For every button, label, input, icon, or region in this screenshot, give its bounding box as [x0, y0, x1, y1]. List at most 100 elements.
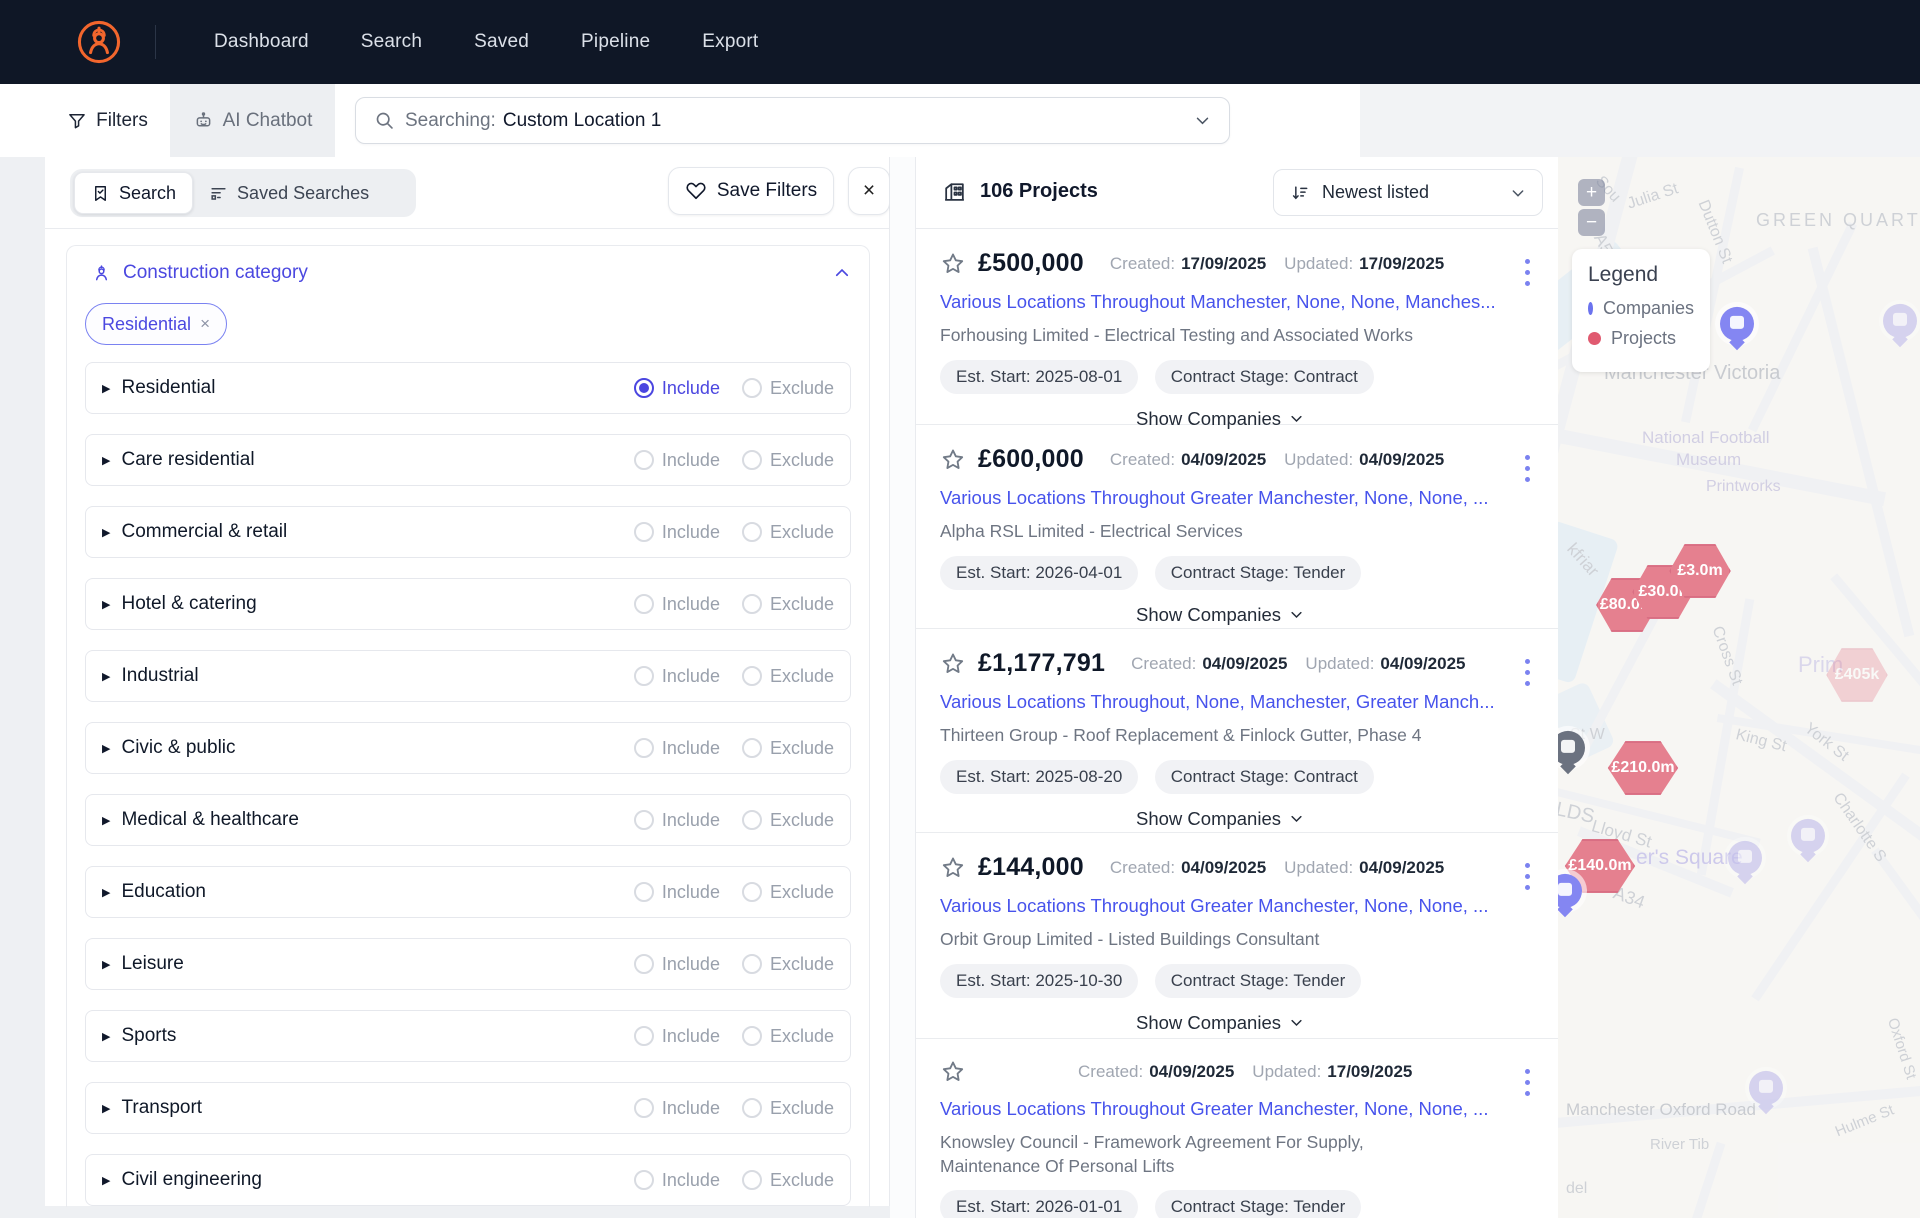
category-row[interactable]: ▶ Medical & healthcare Include Exclude — [85, 794, 851, 846]
radio-circle-icon[interactable] — [742, 810, 762, 830]
include-radio[interactable]: Include — [634, 450, 720, 471]
favorite-star-icon[interactable] — [940, 447, 966, 473]
include-radio[interactable]: Include — [634, 738, 720, 759]
show-companies-button[interactable]: Show Companies — [940, 808, 1500, 830]
card-menu-kebab[interactable] — [1521, 1065, 1534, 1100]
include-radio[interactable]: Include — [634, 954, 720, 975]
nav-item[interactable]: Saved — [474, 31, 529, 53]
expand-caret-icon[interactable]: ▶ — [102, 670, 110, 683]
include-radio[interactable]: Include — [634, 378, 720, 399]
include-radio[interactable]: Include — [634, 1098, 720, 1119]
building-pin[interactable] — [1720, 307, 1754, 341]
card-menu-kebab[interactable] — [1521, 451, 1534, 486]
sort-dropdown[interactable]: Newest listed — [1273, 169, 1543, 216]
info-pin[interactable] — [1883, 304, 1917, 338]
category-row[interactable]: ▶ Hotel & catering Include Exclude — [85, 578, 851, 630]
expand-caret-icon[interactable]: ▶ — [102, 454, 110, 467]
segment-saved-searches[interactable]: Saved Searches — [193, 173, 385, 213]
zoom-out-button[interactable]: − — [1578, 209, 1605, 236]
radio-circle-icon[interactable] — [634, 1098, 654, 1118]
expand-caret-icon[interactable]: ▶ — [102, 886, 110, 899]
project-price-marker[interactable]: £405k — [1825, 647, 1889, 703]
exclude-radio[interactable]: Exclude — [742, 738, 834, 759]
circle-pin[interactable] — [1749, 1071, 1783, 1105]
category-row[interactable]: ▶ Transport Include Exclude — [85, 1082, 851, 1134]
exclude-radio[interactable]: Exclude — [742, 378, 834, 399]
segment-search[interactable]: Search — [74, 172, 193, 214]
category-row[interactable]: ▶ Industrial Include Exclude — [85, 650, 851, 702]
radio-circle-icon[interactable] — [634, 522, 654, 542]
category-row[interactable]: ▶ Sports Include Exclude — [85, 1010, 851, 1062]
residential-chip[interactable]: Residential × — [85, 303, 227, 345]
exclude-radio[interactable]: Exclude — [742, 1098, 834, 1119]
expand-caret-icon[interactable]: ▶ — [102, 382, 110, 395]
expand-caret-icon[interactable]: ▶ — [102, 1102, 110, 1115]
category-row[interactable]: ▶ Leisure Include Exclude — [85, 938, 851, 990]
map[interactable]: SouJulia StA56Dutton StGREEN QUARTManche… — [1558, 157, 1920, 1218]
radio-circle-icon[interactable] — [634, 1170, 654, 1190]
include-radio[interactable]: Include — [634, 882, 720, 903]
expand-caret-icon[interactable]: ▶ — [102, 1174, 110, 1187]
close-filters-button[interactable]: × — [848, 167, 890, 215]
circle-pin[interactable] — [1791, 819, 1825, 853]
radio-circle-icon[interactable] — [742, 882, 762, 902]
radio-circle-icon[interactable] — [742, 1026, 762, 1046]
favorite-star-icon[interactable] — [940, 651, 966, 677]
expand-caret-icon[interactable]: ▶ — [102, 742, 110, 755]
nav-item[interactable]: Search — [361, 31, 422, 53]
radio-circle-icon[interactable] — [634, 450, 654, 470]
category-row[interactable]: ▶ Education Include Exclude — [85, 866, 851, 918]
project-location-link[interactable]: Various Locations Throughout, None, Manc… — [940, 691, 1500, 713]
category-row[interactable]: ▶ Civil engineering Include Exclude — [85, 1154, 851, 1206]
project-location-link[interactable]: Various Locations Throughout Greater Man… — [940, 895, 1500, 917]
include-radio[interactable]: Include — [634, 666, 720, 687]
expand-caret-icon[interactable]: ▶ — [102, 598, 110, 611]
radio-circle-icon[interactable] — [634, 594, 654, 614]
exclude-radio[interactable]: Exclude — [742, 882, 834, 903]
save-filters-button[interactable]: Save Filters — [668, 167, 834, 215]
include-radio[interactable]: Include — [634, 1026, 720, 1047]
exclude-radio[interactable]: Exclude — [742, 522, 834, 543]
nav-item[interactable]: Export — [702, 31, 758, 53]
section-header[interactable]: Construction category — [91, 262, 308, 284]
expand-caret-icon[interactable]: ▶ — [102, 1030, 110, 1043]
nav-item[interactable]: Dashboard — [214, 31, 309, 53]
include-radio[interactable]: Include — [634, 594, 720, 615]
radio-circle-icon[interactable] — [742, 522, 762, 542]
radio-circle-icon[interactable] — [742, 450, 762, 470]
radio-circle-icon[interactable] — [634, 954, 654, 974]
radio-circle-icon[interactable] — [742, 1098, 762, 1118]
tab-filters[interactable]: Filters — [45, 84, 170, 157]
book-pin[interactable] — [1558, 731, 1585, 765]
card-menu-kebab[interactable] — [1521, 859, 1534, 894]
nav-item[interactable]: Pipeline — [581, 31, 650, 53]
include-radio[interactable]: Include — [634, 1170, 720, 1191]
project-price-marker[interactable]: £210.0m — [1606, 740, 1679, 796]
category-row[interactable]: ▶ Commercial & retail Include Exclude — [85, 506, 851, 558]
project-location-link[interactable]: Various Locations Throughout Manchester,… — [940, 291, 1500, 313]
radio-circle-icon[interactable] — [742, 1170, 762, 1190]
exclude-radio[interactable]: Exclude — [742, 594, 834, 615]
tab-ai-chatbot[interactable]: AI Chatbot — [170, 84, 335, 157]
radio-circle-icon[interactable] — [742, 954, 762, 974]
include-radio[interactable]: Include — [634, 810, 720, 831]
exclude-radio[interactable]: Exclude — [742, 1026, 834, 1047]
zoom-in-button[interactable]: + — [1578, 179, 1605, 206]
show-companies-button[interactable]: Show Companies — [940, 604, 1500, 626]
project-location-link[interactable]: Various Locations Throughout Greater Man… — [940, 487, 1500, 509]
brand-logo-icon[interactable] — [76, 19, 122, 65]
radio-circle-icon[interactable] — [634, 378, 654, 398]
card-menu-kebab[interactable] — [1521, 655, 1534, 690]
radio-circle-icon[interactable] — [742, 594, 762, 614]
expand-caret-icon[interactable]: ▶ — [102, 814, 110, 827]
category-row[interactable]: ▶ Care residential Include Exclude — [85, 434, 851, 486]
favorite-star-icon[interactable] — [940, 1059, 966, 1085]
chevron-down-icon[interactable] — [1194, 112, 1211, 129]
radio-circle-icon[interactable] — [634, 1026, 654, 1046]
radio-circle-icon[interactable] — [742, 378, 762, 398]
chevron-up-icon[interactable] — [833, 264, 851, 282]
radio-circle-icon[interactable] — [634, 738, 654, 758]
project-location-link[interactable]: Various Locations Throughout Greater Man… — [940, 1098, 1500, 1120]
exclude-radio[interactable]: Exclude — [742, 666, 834, 687]
show-companies-button[interactable]: Show Companies — [940, 1012, 1500, 1034]
